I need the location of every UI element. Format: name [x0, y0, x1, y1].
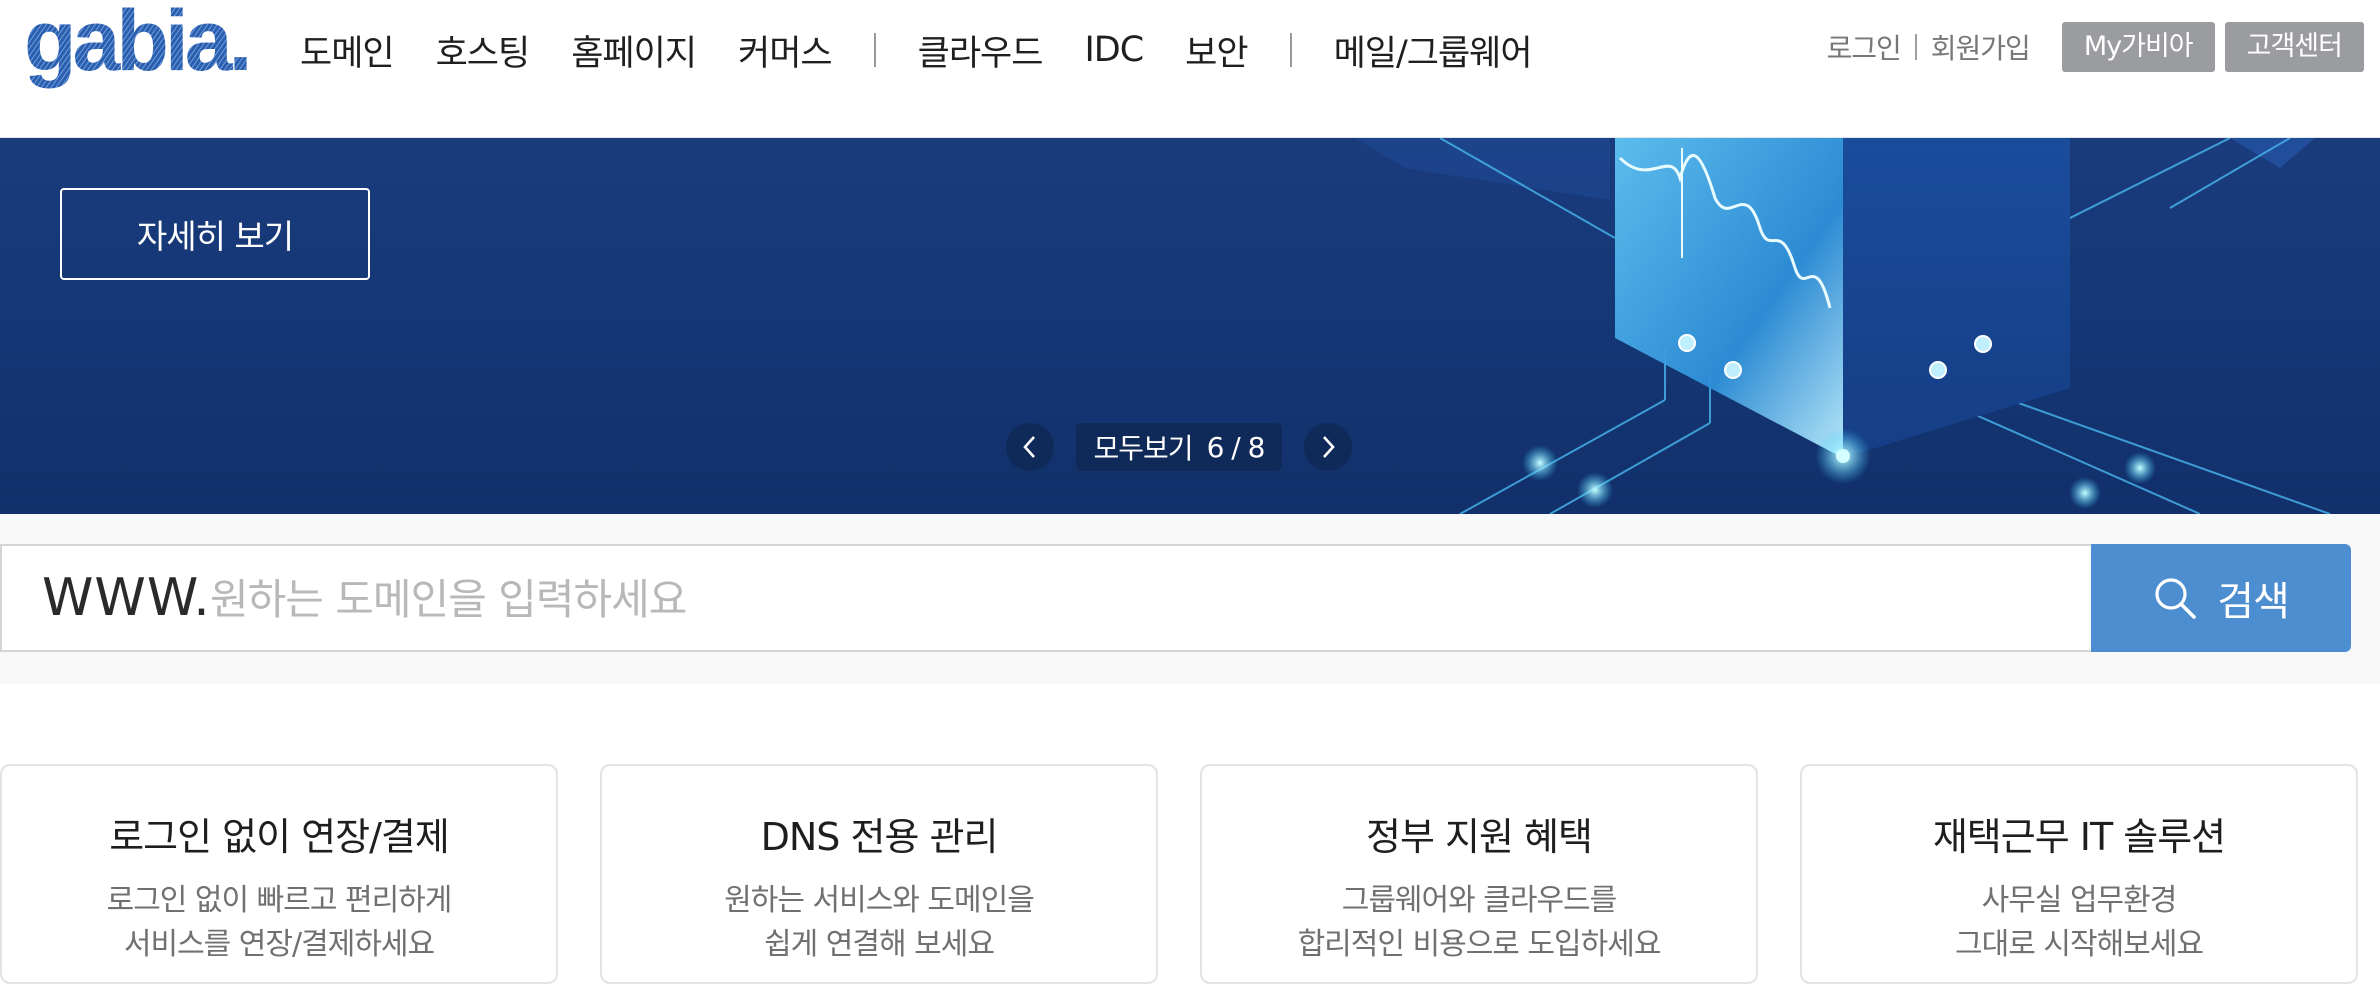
- nav-commerce[interactable]: 커머스: [738, 25, 833, 76]
- svg-text:gabia.: gabia.: [24, 0, 249, 89]
- card-renew-without-login[interactable]: 로그인 없이 연장/결제 로그인 없이 빠르고 편리하게 서비스를 연장/결제하…: [0, 764, 558, 984]
- login-link[interactable]: 로그인: [1827, 27, 1902, 67]
- nav-homepage[interactable]: 홈페이지: [571, 25, 697, 76]
- card-title: 재택근무 IT 솔루션: [1932, 815, 2226, 859]
- site-header: gabia. 도메인 호스팅 홈페이지 커머스 클라우드 IDC 보안 메일/그…: [0, 0, 2380, 138]
- service-cards: 로그인 없이 연장/결제 로그인 없이 빠르고 편리하게 서비스를 연장/결제하…: [0, 764, 2380, 984]
- chevron-right-icon: [1323, 436, 1335, 458]
- card-description: 그룹웨어와 클라우드를 합리적인 비용으로 도입하세요: [1202, 879, 1756, 967]
- domain-search-box: WWW.: [0, 544, 2092, 652]
- card-remote-work[interactable]: 재택근무 IT 솔루션 사무실 업무환경 그대로 시작해보세요: [1800, 764, 2358, 984]
- banner-next-button[interactable]: [1304, 423, 1352, 471]
- card-title: 정부 지원 혜택: [1366, 815, 1593, 859]
- card-description: 원하는 서비스와 도메인을 쉽게 연결해 보세요: [602, 879, 1156, 967]
- card-desc-line: 합리적인 비용으로 도입하세요: [1297, 927, 1662, 962]
- signup-link[interactable]: 회원가입: [1931, 27, 2031, 67]
- util-divider: [1914, 34, 1917, 60]
- hero-banner: 자세히 보기 모두보기 6 / 8: [0, 138, 2380, 514]
- card-government-support[interactable]: 정부 지원 혜택 그룹웨어와 클라우드를 합리적인 비용으로 도입하세요: [1200, 764, 1758, 984]
- nav-domain[interactable]: 도메인: [300, 25, 395, 76]
- card-dns-management[interactable]: DNS 전용 관리 원하는 서비스와 도메인을 쉽게 연결해 보세요: [600, 764, 1158, 984]
- gabia-logo[interactable]: gabia.: [24, 0, 256, 96]
- nav-divider: [1289, 33, 1292, 67]
- nav-hosting[interactable]: 호스팅: [436, 25, 531, 76]
- card-title: 로그인 없이 연장/결제: [109, 815, 450, 859]
- card-description: 사무실 업무환경 그대로 시작해보세요: [1802, 879, 2356, 967]
- utility-menu: 로그인 회원가입 My가비아 고객센터: [1827, 22, 2364, 72]
- domain-search-section: WWW. 검색: [0, 514, 2380, 684]
- card-desc-line: 그룹웨어와 클라우드를: [1341, 883, 1618, 918]
- main-nav: 도메인 호스팅 홈페이지 커머스 클라우드 IDC 보안 메일/그룹웨어: [300, 22, 1574, 78]
- nav-idc[interactable]: IDC: [1084, 30, 1144, 70]
- support-center-button[interactable]: 고객센터: [2224, 22, 2364, 72]
- chevron-left-icon: [1023, 436, 1035, 458]
- card-desc-line: 로그인 없이 빠르고 편리하게: [106, 883, 453, 918]
- view-all-label: 모두보기: [1093, 432, 1194, 465]
- nav-divider: [873, 33, 876, 67]
- nav-mail-groupware[interactable]: 메일/그룹웨어: [1334, 25, 1533, 76]
- my-gabia-button[interactable]: My가비아: [2061, 22, 2215, 72]
- card-title: DNS 전용 관리: [760, 815, 999, 859]
- search-button[interactable]: 검색: [2091, 544, 2351, 652]
- nav-cloud[interactable]: 클라우드: [918, 25, 1044, 76]
- banner-view-all[interactable]: 모두보기 6 / 8: [1076, 423, 1282, 471]
- card-desc-line: 사무실 업무환경: [1981, 883, 2178, 918]
- card-desc-line: 그대로 시작해보세요: [1955, 927, 2204, 962]
- search-button-label: 검색: [2217, 579, 2290, 625]
- card-desc-line: 원하는 서비스와 도메인을: [724, 883, 1035, 918]
- card-desc-line: 쉽게 연결해 보세요: [764, 927, 995, 962]
- card-desc-line: 서비스를 연장/결제하세요: [123, 927, 435, 962]
- slide-counter: 6 / 8: [1206, 430, 1266, 464]
- banner-prev-button[interactable]: [1006, 423, 1054, 471]
- nav-security[interactable]: 보안: [1185, 25, 1248, 76]
- search-icon: [2155, 578, 2196, 619]
- view-details-button[interactable]: 자세히 보기: [60, 188, 370, 280]
- domain-search-input[interactable]: [208, 568, 2072, 630]
- www-prefix: WWW.: [42, 568, 211, 628]
- card-description: 로그인 없이 빠르고 편리하게 서비스를 연장/결제하세요: [2, 879, 556, 967]
